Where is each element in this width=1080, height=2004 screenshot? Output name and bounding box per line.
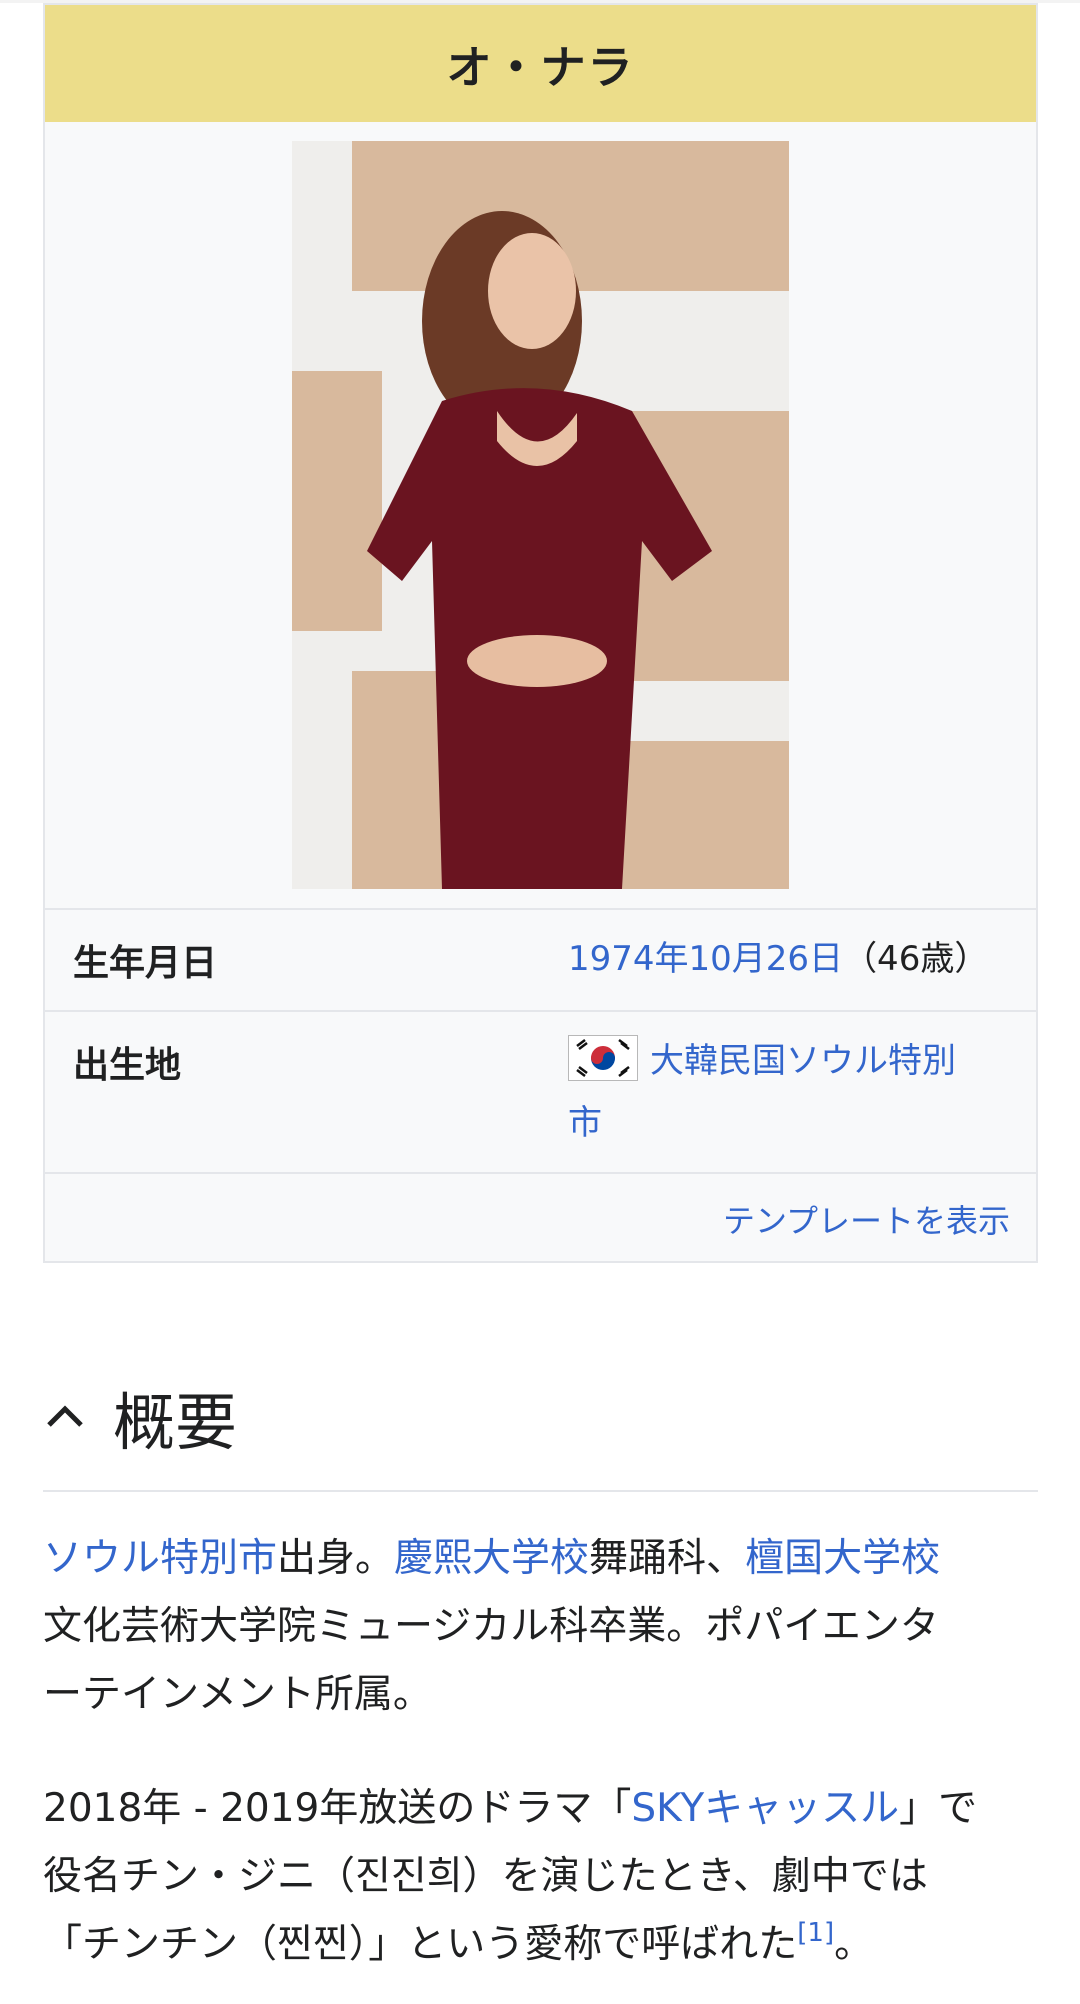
infobox-title: オ・ナラ	[45, 5, 1036, 122]
reference-1-link[interactable]: [1]	[797, 1918, 834, 1948]
birthdate-row: 生年月日 1974年10月26日（46歳）	[45, 908, 1036, 1010]
birthplace-label: 出生地	[73, 1045, 182, 1086]
paragraph-2: 2018年 - 2019年放送のドラマ「SKYキャッスル」で 役名チン・ジニ（진…	[43, 1775, 1038, 1979]
birthdate-value: 1974年10月26日（46歳）	[568, 928, 988, 990]
p1-line3: ーテインメント所属。	[43, 1672, 432, 1717]
p1-line2: 文化芸術大学院ミュージカル科卒業。ポパイエンタ	[43, 1604, 939, 1649]
p2-text1: 2018年 - 2019年放送のドラマ「	[43, 1786, 632, 1831]
link-kyunghee[interactable]: 慶熙大学校	[394, 1536, 589, 1581]
p2-end: 。	[834, 1922, 874, 1967]
template-row: テンプレートを表示	[45, 1172, 1036, 1261]
birthplace-value: 大韓民国ソウル特別 市	[568, 1030, 956, 1154]
infobox: オ・ナラ 生年月日 1974年10月26日（46歳） 出生地 大韓民国ソウル特別…	[43, 3, 1038, 1263]
p2-text2: 」で	[899, 1786, 978, 1831]
show-template-link[interactable]: テンプレートを表示	[723, 1196, 1010, 1242]
p2-line2: 役名チン・ジニ（진진희）を演じたとき、劇中では	[43, 1854, 928, 1899]
p2-line3: 「チンチン（찐찐）」という愛称で呼ばれた	[43, 1922, 798, 1967]
link-sky-castle[interactable]: SKYキャッスル	[631, 1786, 899, 1831]
south-korea-flag-icon[interactable]	[568, 1035, 638, 1081]
section-title: 概要	[113, 1386, 238, 1459]
portrait-image	[292, 141, 789, 889]
p1-text2: 舞踊科、	[589, 1536, 746, 1581]
link-dankook[interactable]: 檀国大学校	[745, 1536, 940, 1581]
birthdate-link[interactable]: 1974年10月26日	[568, 939, 843, 979]
birthplace-row: 出生地 大韓民国ソウル特別 市	[45, 1010, 1036, 1172]
section-header-overview[interactable]: 概要	[43, 1372, 237, 1462]
birthplace-link-cont[interactable]: 市	[568, 1103, 602, 1143]
paragraph-1: ソウル特別市出身。慶熙大学校舞踊科、檀国大学校 文化芸術大学院ミュージカル科卒業…	[43, 1525, 1038, 1729]
chevron-up-icon[interactable]	[43, 1395, 87, 1439]
section-divider	[43, 1490, 1038, 1492]
p1-text1: 出身。	[277, 1536, 395, 1581]
portrait-photo[interactable]	[292, 141, 789, 889]
link-seoul[interactable]: ソウル特別市	[43, 1536, 277, 1581]
birthdate-label: 生年月日	[73, 943, 218, 984]
age-text: （46歳）	[843, 939, 989, 979]
birthplace-link[interactable]: 大韓民国ソウル特別	[650, 1041, 956, 1081]
